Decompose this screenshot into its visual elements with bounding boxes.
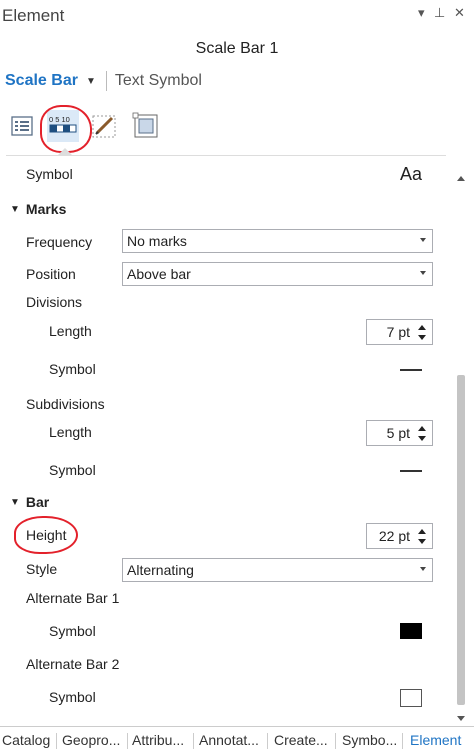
selector-divider bbox=[105, 71, 107, 91]
frequency-dropdown[interactable]: No marks bbox=[122, 229, 433, 253]
tab-text-symbol[interactable]: Text Symbol bbox=[115, 72, 202, 90]
decrement-arrow-icon[interactable] bbox=[418, 539, 426, 544]
style-value: Alternating bbox=[127, 562, 194, 578]
chevron-down-icon: ▼ bbox=[10, 496, 20, 508]
properties-content: Symbol Aa ▼ Marks Frequency No marks Pos… bbox=[0, 156, 450, 726]
chevron-down-icon bbox=[420, 271, 426, 275]
line-symbol-preview[interactable] bbox=[400, 369, 422, 371]
tab-catalog[interactable]: Catalog bbox=[2, 732, 50, 748]
frequency-value: No marks bbox=[127, 233, 187, 249]
tab-create[interactable]: Create... bbox=[274, 732, 328, 748]
element-name: Scale Bar 1 bbox=[195, 40, 279, 57]
bottom-tab-bar: Catalog Geopro... Attribu... Annotat... … bbox=[0, 726, 474, 754]
tab-element[interactable]: Element bbox=[410, 732, 461, 748]
scroll-up-icon[interactable] bbox=[457, 176, 465, 181]
tab-geoprocessing[interactable]: Geopro... bbox=[62, 732, 120, 748]
tab-scale-bar[interactable]: Scale Bar bbox=[5, 72, 78, 90]
annotation-circle bbox=[40, 105, 92, 153]
fill-symbol-preview[interactable] bbox=[400, 623, 422, 639]
pane-title: Element bbox=[2, 6, 65, 25]
fill-symbol-preview[interactable] bbox=[400, 689, 422, 707]
properties-button[interactable] bbox=[7, 110, 39, 142]
active-tool-pointer bbox=[58, 148, 72, 155]
subdivision-symbol-label: Symbol bbox=[49, 462, 96, 478]
divisions-label: Divisions bbox=[26, 294, 83, 310]
pencil-icon bbox=[92, 115, 116, 138]
frame-icon bbox=[132, 112, 158, 138]
draw-symbol-button[interactable] bbox=[88, 110, 120, 142]
height-spinner[interactable]: 22 pt bbox=[366, 523, 433, 549]
tab-divider bbox=[267, 733, 268, 749]
marks-group-header[interactable]: ▼ Marks bbox=[10, 201, 66, 217]
style-dropdown[interactable]: Alternating bbox=[122, 558, 433, 582]
increment-arrow-icon[interactable] bbox=[418, 426, 426, 431]
style-label: Style bbox=[26, 561, 58, 577]
division-symbol-label: Symbol bbox=[49, 361, 96, 377]
alternate-bar-2-symbol-label: Symbol bbox=[49, 689, 96, 705]
chevron-down-icon: ▼ bbox=[10, 203, 20, 215]
alternate-bar-1-label: Alternate Bar 1 bbox=[26, 590, 120, 606]
bar-header: Bar bbox=[25, 494, 50, 510]
position-dropdown[interactable]: Above bar bbox=[122, 262, 433, 286]
tab-attributes[interactable]: Attribu... bbox=[132, 732, 184, 748]
element-selector: Scale Bar ▼ Text Symbol bbox=[5, 70, 202, 92]
pane-options-icon[interactable]: ▾ bbox=[418, 5, 425, 21]
subdivision-length-spinner[interactable]: 5 pt bbox=[366, 420, 433, 446]
tab-annotation[interactable]: Annotat... bbox=[199, 732, 259, 748]
properties-icon bbox=[11, 116, 33, 136]
symbol-label: Symbol bbox=[26, 166, 73, 182]
decrement-arrow-icon[interactable] bbox=[418, 335, 426, 340]
scroll-down-icon[interactable] bbox=[457, 716, 465, 721]
division-length-value: 7 pt bbox=[386, 324, 410, 340]
pin-icon[interactable]: ⊥ bbox=[434, 5, 445, 21]
subdivision-length-label: Length bbox=[49, 424, 92, 440]
close-icon[interactable]: ✕ bbox=[454, 5, 465, 21]
top-symbol-row: Symbol Aa bbox=[0, 164, 450, 188]
height-value: 22 pt bbox=[378, 528, 410, 544]
annotation-circle bbox=[14, 516, 78, 554]
increment-arrow-icon[interactable] bbox=[418, 529, 426, 534]
chevron-down-icon bbox=[420, 567, 426, 571]
tab-divider bbox=[402, 733, 403, 749]
position-label: Position bbox=[26, 266, 76, 282]
chevron-down-icon bbox=[420, 238, 426, 242]
tab-symbology[interactable]: Symbo... bbox=[342, 732, 397, 748]
text-symbol-preview[interactable]: Aa bbox=[400, 164, 422, 185]
pane-titlebar: Element ▾ ⊥ ✕ bbox=[0, 0, 474, 32]
chevron-down-icon[interactable]: ▼ bbox=[86, 76, 96, 87]
scrollbar-thumb[interactable] bbox=[457, 375, 465, 705]
tab-divider bbox=[193, 733, 194, 749]
frequency-label: Frequency bbox=[26, 234, 93, 250]
tab-divider bbox=[335, 733, 336, 749]
alternate-bar-2-label: Alternate Bar 2 bbox=[26, 656, 120, 672]
tab-divider bbox=[127, 733, 128, 749]
line-symbol-preview[interactable] bbox=[400, 470, 422, 472]
decrement-arrow-icon[interactable] bbox=[418, 436, 426, 441]
bar-group-header[interactable]: ▼ Bar bbox=[10, 494, 49, 510]
vertical-scrollbar[interactable] bbox=[453, 170, 469, 725]
division-length-spinner[interactable]: 7 pt bbox=[366, 319, 433, 345]
subdivisions-label: Subdivisions bbox=[26, 396, 105, 412]
position-value: Above bar bbox=[127, 266, 191, 282]
frame-button[interactable] bbox=[130, 110, 162, 142]
subdivision-length-value: 5 pt bbox=[386, 425, 410, 441]
tab-divider bbox=[56, 733, 57, 749]
division-length-label: Length bbox=[49, 323, 92, 339]
marks-header: Marks bbox=[25, 201, 67, 217]
alternate-bar-1-symbol-label: Symbol bbox=[49, 623, 96, 639]
increment-arrow-icon[interactable] bbox=[418, 325, 426, 330]
